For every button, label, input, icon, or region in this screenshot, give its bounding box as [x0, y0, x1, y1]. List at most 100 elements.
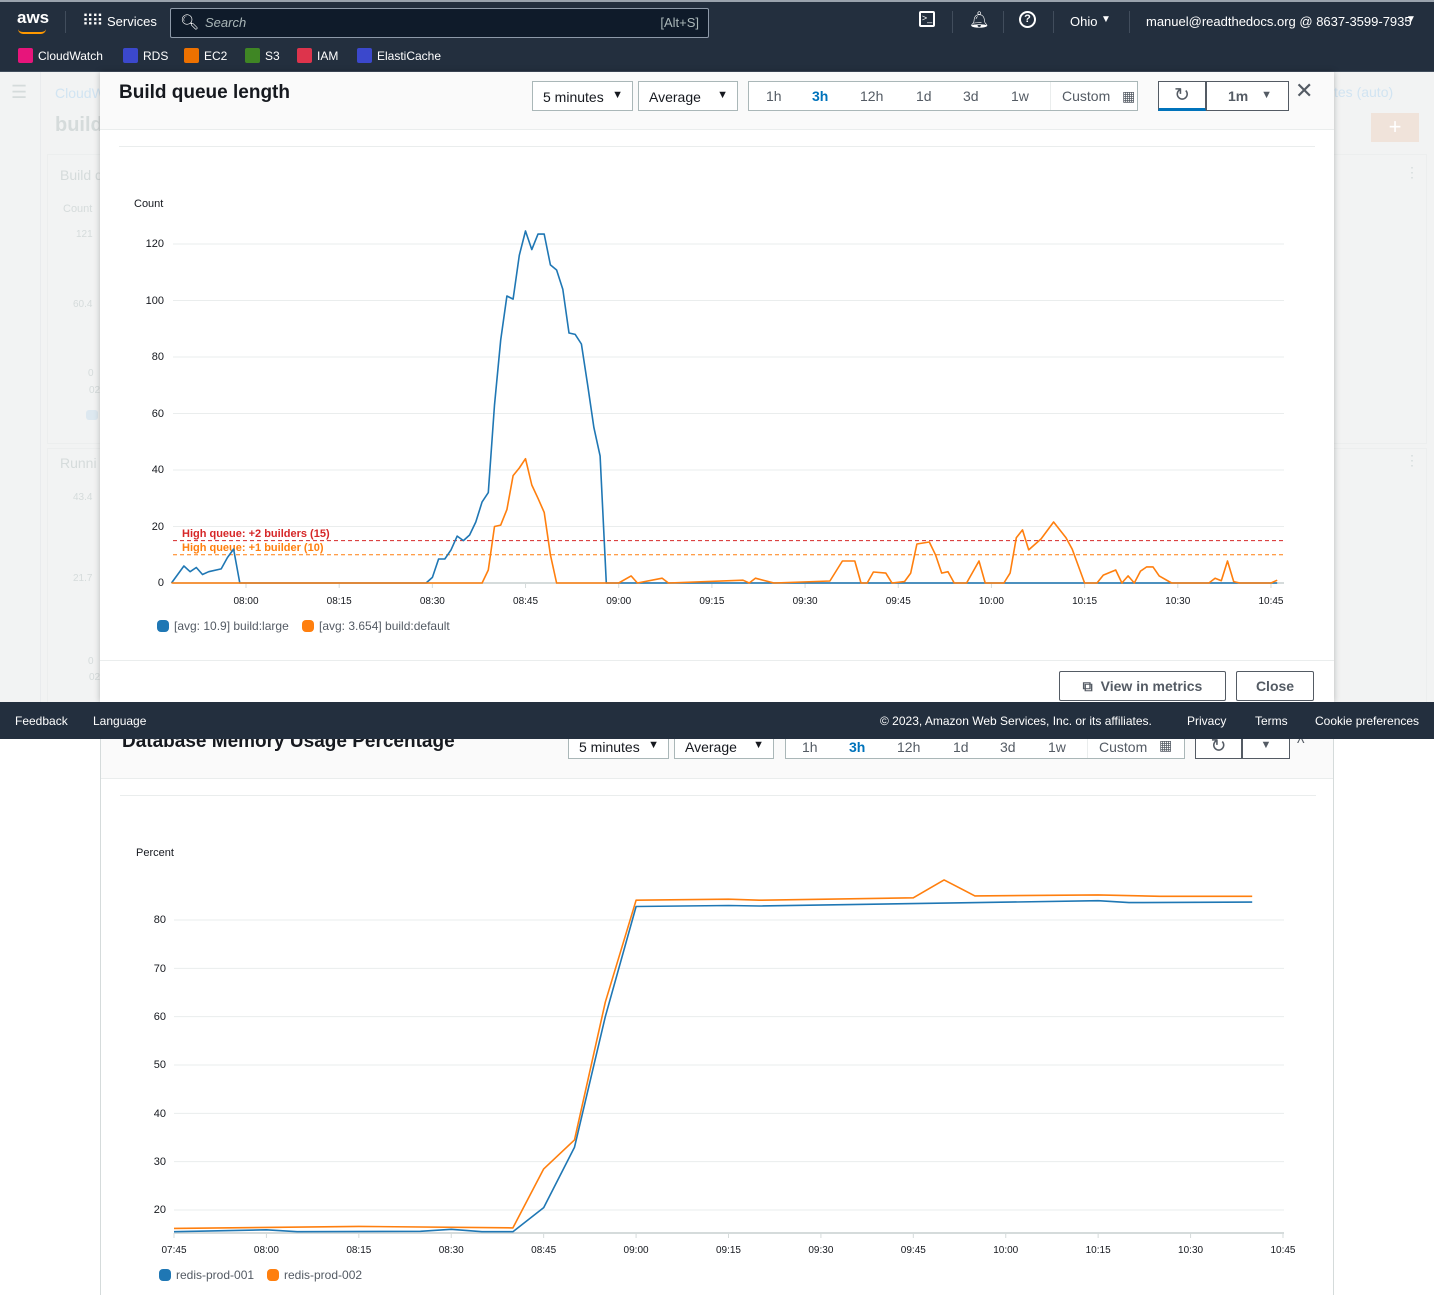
calendar-icon[interactable]: ▦ — [1159, 739, 1172, 754]
y-tick-label: 80 — [151, 351, 164, 363]
legend-item-redis-prod-002[interactable]: redis-prod-002 — [267, 1268, 362, 1282]
x-tick-label: 10:30 — [1165, 596, 1191, 607]
widget-menu-icon[interactable]: ⋮ — [1405, 164, 1419, 181]
legend-label: [avg: 10.9] build:large — [174, 619, 289, 633]
range-1w[interactable]: 1w — [1048, 739, 1066, 755]
range-1d[interactable]: 1d — [953, 739, 969, 755]
period-value: 5 minutes — [579, 739, 640, 755]
range-3d[interactable]: 3d — [1000, 739, 1016, 755]
s3-icon — [245, 48, 260, 63]
refresh-button[interactable]: ↻ — [1195, 739, 1242, 759]
notifications-bell-icon[interactable]: 🔔︎ — [969, 10, 989, 30]
favorite-label: RDS — [143, 48, 169, 63]
range-3d[interactable]: 3d — [963, 88, 979, 104]
x-tick-label: 09:15 — [699, 596, 725, 607]
favorite-elasticache[interactable]: ElastiCache — [357, 48, 441, 63]
widget-title: Build q — [60, 167, 103, 183]
refresh-interval-select[interactable]: ▼ — [1242, 739, 1290, 759]
refresh-button[interactable]: ↻ — [1158, 81, 1206, 111]
x-tick-label: 10:00 — [978, 596, 1004, 607]
range-custom[interactable]: Custom — [1099, 739, 1147, 755]
account-menu[interactable]: manuel@readthedocs.org @ 8637-3599-7935 — [1146, 14, 1412, 29]
cookie-preferences-link[interactable]: Cookie preferences — [1315, 714, 1419, 728]
widget-menu-icon[interactable]: ⋮ — [1405, 452, 1419, 469]
favorite-label: ElastiCache — [377, 48, 442, 63]
language-link[interactable]: Language — [93, 714, 146, 728]
favorite-ec2[interactable]: EC2 — [184, 48, 227, 63]
favorite-s3[interactable]: S3 — [245, 48, 280, 63]
privacy-link[interactable]: Privacy — [1187, 714, 1226, 728]
statistic-select[interactable]: Average ▼ — [638, 81, 738, 111]
x-tick-label: 09:00 — [623, 1245, 649, 1256]
breadcrumb[interactable]: CloudW — [55, 85, 105, 101]
threshold-label-2-builders: High queue: +2 builders (15) — [182, 528, 330, 540]
close-icon[interactable]: ✕ — [1295, 78, 1313, 104]
period-select[interactable]: 5 minutes ▼ — [532, 81, 633, 111]
favorite-iam[interactable]: IAM — [297, 48, 338, 63]
legend-item-build-default[interactable]: [avg: 3.654] build:default — [302, 619, 450, 633]
services-grid-icon[interactable]: ⠿⠿ — [82, 11, 103, 31]
widget-unit: Count — [63, 203, 93, 215]
legend-item-build-large[interactable]: [avg: 10.9] build:large — [157, 619, 289, 633]
period-select[interactable]: 5 minutes ▼ — [568, 739, 669, 759]
region-selector[interactable]: Ohio — [1070, 14, 1097, 29]
search-input[interactable]: 🔍︎ Search [Alt+S] — [170, 8, 709, 38]
search-shortcut: [Alt+S] — [660, 15, 699, 30]
modal-header: Database Memory Usage Percentage 5 minut… — [101, 739, 1333, 779]
range-12h[interactable]: 12h — [897, 739, 920, 755]
rds-icon — [123, 48, 138, 63]
period-link[interactable]: tes (auto) — [1334, 84, 1393, 100]
x-tick-label: 10:00 — [993, 1245, 1019, 1256]
calendar-icon[interactable]: ▦ — [1122, 88, 1135, 105]
favorite-label: IAM — [317, 48, 339, 63]
view-in-metrics-button[interactable]: ⧉ View in metrics — [1059, 671, 1226, 701]
ec2-icon — [184, 48, 199, 63]
x-tick-label: 08:00 — [253, 1245, 279, 1256]
statistic-value: Average — [649, 89, 701, 105]
aws-logo[interactable]: aws — [17, 8, 49, 28]
feedback-link[interactable]: Feedback — [15, 714, 68, 728]
copyright: © 2023, Amazon Web Services, Inc. or its… — [880, 714, 1152, 728]
y-tick: 21.7 — [73, 573, 93, 584]
x-tick-label: 08:15 — [346, 1245, 372, 1256]
x-tick-label: 08:45 — [513, 596, 539, 607]
range-1w[interactable]: 1w — [1011, 88, 1029, 104]
x-tick-label: 08:30 — [419, 596, 445, 607]
help-icon[interactable]: ? — [1019, 11, 1036, 28]
account-caret-icon: ▼ — [1406, 14, 1416, 25]
x-tick-label: 07:45 — [161, 1245, 187, 1256]
range-12h[interactable]: 12h — [860, 88, 883, 104]
time-range-selector: 1h 3h 12h 1d 3d 1w Custom ▦ — [748, 81, 1138, 111]
statistic-select[interactable]: Average ▼ — [674, 739, 774, 759]
range-1d[interactable]: 1d — [916, 88, 932, 104]
x-tick-label: 10:30 — [1178, 1245, 1204, 1256]
services-menu[interactable]: Services — [107, 14, 157, 29]
x-tick: 02 — [89, 672, 101, 683]
legend-item-redis-prod-001[interactable]: redis-prod-001 — [159, 1268, 254, 1282]
statistic-value: Average — [685, 739, 737, 755]
add-widget-button[interactable]: + — [1371, 113, 1419, 142]
y-tick-label: 120 — [145, 238, 164, 250]
caret-down-icon: ▼ — [1260, 739, 1272, 751]
favorite-rds[interactable]: RDS — [123, 48, 168, 63]
range-3h[interactable]: 3h — [849, 739, 865, 755]
favorite-cloudwatch[interactable]: CloudWatch — [18, 48, 103, 63]
favorite-label: S3 — [265, 48, 280, 63]
range-1h[interactable]: 1h — [802, 739, 818, 755]
refresh-interval-select[interactable]: 1m ▼ — [1206, 81, 1289, 111]
x-tick-label: 09:45 — [900, 1245, 926, 1256]
hamburger-menu-icon[interactable]: ☰ — [11, 82, 27, 103]
cloudshell-icon[interactable]: >_ — [919, 11, 935, 27]
range-1h[interactable]: 1h — [766, 88, 782, 104]
x-tick-label: 09:30 — [792, 596, 818, 607]
x-tick-label: 09:00 — [606, 596, 632, 607]
range-custom[interactable]: Custom — [1062, 88, 1110, 104]
threshold-label-1-builder: High queue: +1 builder (10) — [182, 542, 324, 554]
terms-link[interactable]: Terms — [1255, 714, 1288, 728]
collapse-icon[interactable]: ^ — [1297, 739, 1305, 753]
close-button[interactable]: Close — [1236, 671, 1314, 701]
range-3h[interactable]: 3h — [812, 88, 828, 104]
y-tick-label: 40 — [151, 464, 164, 476]
y-tick-label: 80 — [153, 914, 166, 926]
favorite-label: CloudWatch — [38, 48, 103, 63]
